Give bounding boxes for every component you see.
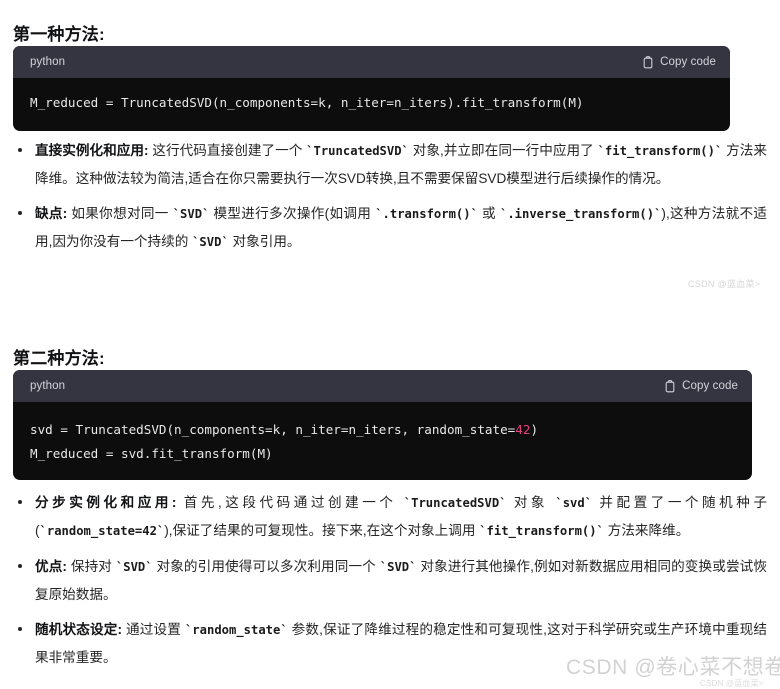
- list-item-body-text: 对象引用。: [228, 234, 301, 249]
- inline-code: `random_state=42`: [39, 524, 165, 538]
- list-item-text: 随机状态设定: 通过设置 `random_state` 参数,保证了降维过程的稳…: [35, 622, 767, 665]
- code-token: M_reduced = TruncatedSVD(n_components=k,…: [30, 95, 584, 110]
- code-line: M_reduced = TruncatedSVD(n_components=k,…: [30, 91, 713, 115]
- article-page: 第一种方法: python Copy code M_reduced = Trun…: [0, 0, 780, 688]
- inline-code: `fit_transform()`: [597, 144, 723, 158]
- list-item-body-text: 或: [477, 206, 500, 221]
- bullet-dot: [18, 211, 22, 215]
- code-token: M_reduced = svd.fit_transform(M): [30, 446, 273, 461]
- list-item-body-text: 首先,这段代码通过创建一个: [176, 495, 404, 510]
- inline-code: `.transform()`: [375, 207, 478, 221]
- copy-code-button[interactable]: Copy code: [664, 379, 738, 393]
- copy-code-button[interactable]: Copy code: [642, 55, 716, 69]
- list-item-lead: 直接实例化和应用:: [35, 143, 149, 158]
- bullet-dot: [18, 500, 22, 504]
- code-language-label: python: [30, 380, 66, 392]
- inline-code: `svd`: [555, 496, 593, 510]
- inline-code: `SVD`: [115, 560, 153, 574]
- list-item-text: 直接实例化和应用: 这行代码直接创建了一个 `TruncatedSVD` 对象,…: [35, 143, 767, 186]
- copy-code-label: Copy code: [660, 56, 716, 68]
- code-line: svd = TruncatedSVD(n_components=k, n_ite…: [30, 418, 735, 442]
- bullet-dot: [18, 148, 22, 152]
- code-block-content[interactable]: svd = TruncatedSVD(n_components=k, n_ite…: [13, 402, 752, 480]
- code-block-content[interactable]: M_reduced = TruncatedSVD(n_components=k,…: [13, 78, 730, 131]
- list-item-body-text: 对象,并立即在同一行中应用了: [408, 143, 598, 158]
- code-token-number: 42: [515, 422, 531, 437]
- watermark-mid: CSDN @蓝血菜>: [688, 279, 761, 289]
- list-item-body-text: ),保证了结果的可复现性。接下来,在这个对象上调用: [164, 523, 480, 538]
- clipboard-icon: [664, 379, 676, 393]
- list-item-body-text: 这行代码直接创建了一个: [148, 143, 307, 158]
- section-heading-2: 第二种方法:: [13, 349, 105, 369]
- list-item: 分步实例化和应用: 首先,这段代码通过创建一个 `TruncatedSVD` 对…: [13, 489, 767, 545]
- list-item: 直接实例化和应用: 这行代码直接创建了一个 `TruncatedSVD` 对象,…: [13, 137, 767, 192]
- list-item-body-text: 通过设置: [122, 622, 185, 637]
- list-item-lead: 缺点:: [35, 206, 68, 221]
- list-item-lead: 优点:: [35, 559, 67, 574]
- list-item-lead: 随机状态设定:: [35, 622, 123, 637]
- list-item: 优点: 保持对 `SVD` 对象的引用使得可以多次利用同一个 `SVD` 对象进…: [13, 553, 767, 608]
- inline-code: `fit_transform()`: [479, 524, 604, 538]
- copy-code-label: Copy code: [682, 380, 738, 392]
- list-item-body-text: 如果你想对同一: [67, 206, 173, 221]
- inline-code: `SVD`: [379, 560, 417, 574]
- bullet-list-2: 分步实例化和应用: 首先,这段代码通过创建一个 `TruncatedSVD` 对…: [13, 489, 767, 679]
- bullet-list-1: 直接实例化和应用: 这行代码直接创建了一个 `TruncatedSVD` 对象,…: [13, 137, 767, 264]
- list-item-body-text: 对象: [506, 495, 556, 510]
- list-item-lead: 分步实例化和应用:: [35, 495, 177, 510]
- inline-code: `TruncatedSVD`: [403, 496, 507, 510]
- list-item-body-text: 对象的引用使得可以多次利用同一个: [152, 559, 380, 574]
- list-item-body-text: 保持对: [66, 559, 116, 574]
- list-item-body-text: 方法来降维。: [603, 523, 690, 538]
- list-item-text: 分步实例化和应用: 首先,这段代码通过创建一个 `TruncatedSVD` 对…: [35, 495, 767, 538]
- list-item-text: 缺点: 如果你想对同一 `SVD` 模型进行多次操作(如调用 `.transfo…: [35, 206, 767, 249]
- inline-code: `SVD`: [192, 235, 229, 249]
- list-item-body-text: 模型进行多次操作(如调用: [209, 206, 376, 221]
- section-heading-1: 第一种方法:: [13, 25, 105, 45]
- list-item: 缺点: 如果你想对同一 `SVD` 模型进行多次操作(如调用 `.transfo…: [13, 200, 767, 256]
- list-item: 随机状态设定: 通过设置 `random_state` 参数,保证了降维过程的稳…: [13, 616, 767, 671]
- bullet-dot: [18, 627, 22, 631]
- clipboard-icon: [642, 55, 654, 69]
- code-token: svd = TruncatedSVD(n_components=k, n_ite…: [30, 422, 516, 437]
- bullet-dot: [18, 564, 22, 568]
- watermark-small: CSDN @蓝血菜>: [700, 679, 764, 688]
- inline-code: `.inverse_transform()`: [499, 207, 662, 221]
- code-block-1: python Copy code M_reduced = TruncatedSV…: [13, 46, 730, 131]
- code-block-header: python Copy code: [13, 370, 752, 402]
- code-line: M_reduced = svd.fit_transform(M): [30, 442, 735, 466]
- code-block-2: python Copy code svd = TruncatedSVD(n_co…: [13, 370, 752, 480]
- inline-code: `SVD`: [172, 207, 210, 221]
- list-item-text: 优点: 保持对 `SVD` 对象的引用使得可以多次利用同一个 `SVD` 对象进…: [35, 559, 767, 602]
- code-token: ): [530, 422, 539, 437]
- inline-code: `random_state`: [184, 623, 288, 637]
- inline-code: `TruncatedSVD`: [306, 144, 409, 158]
- code-block-header: python Copy code: [13, 46, 730, 78]
- code-language-label: python: [30, 56, 66, 68]
